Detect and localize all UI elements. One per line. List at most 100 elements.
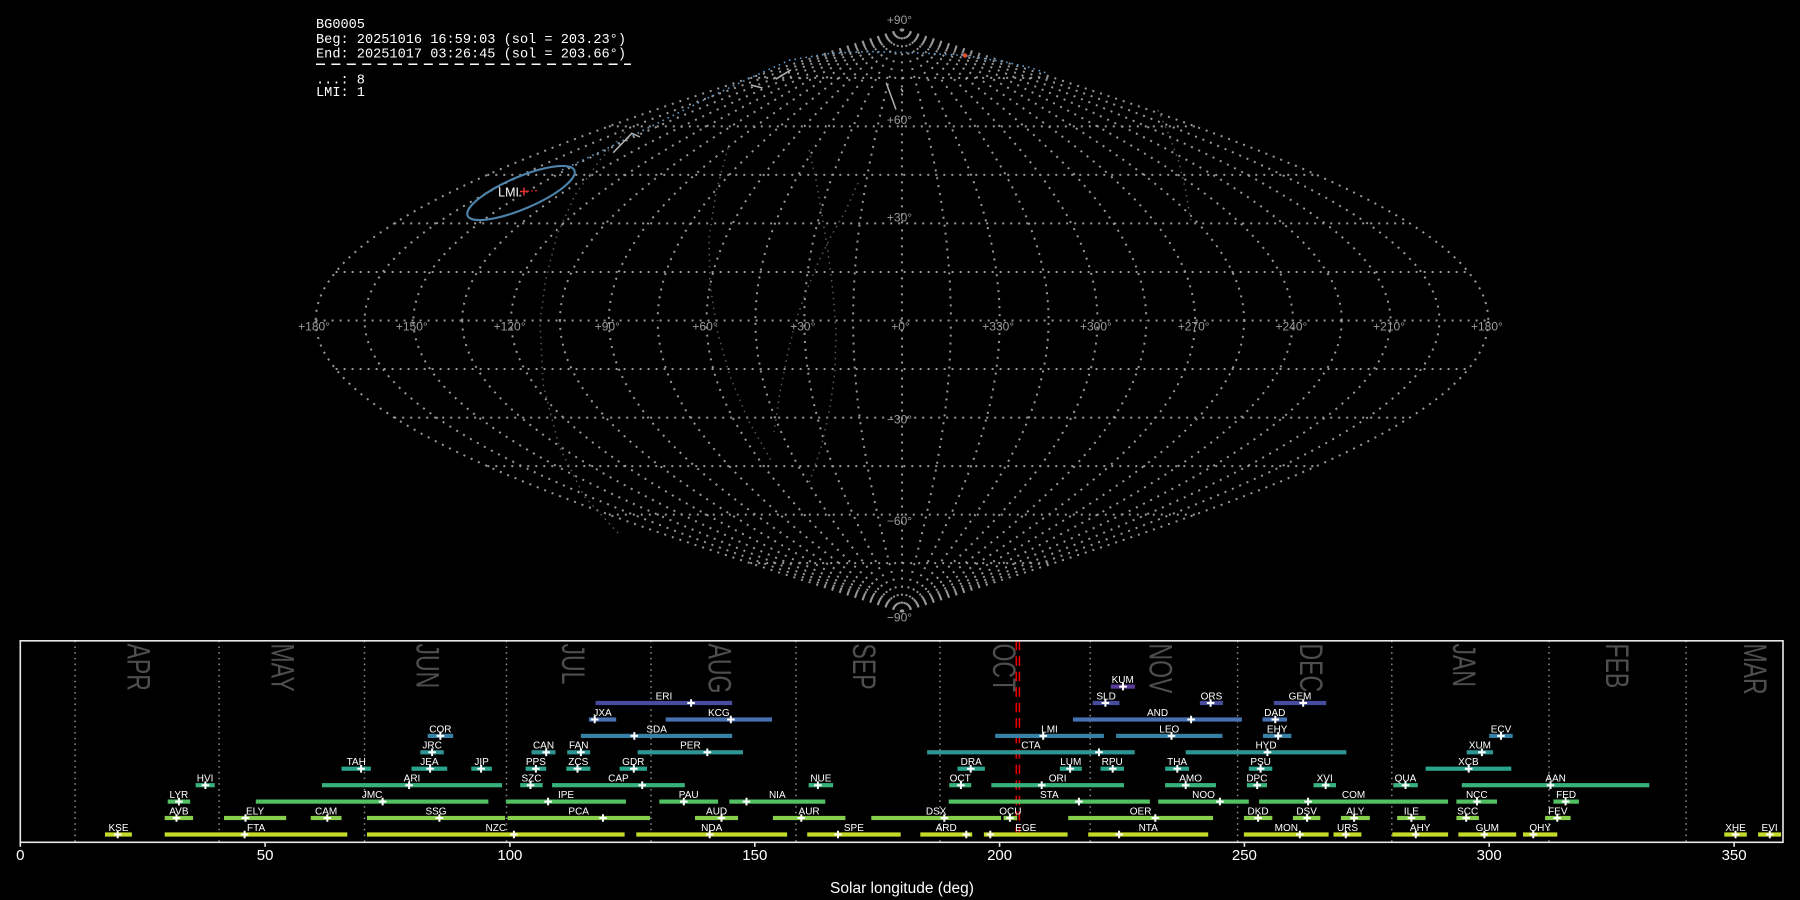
svg-text:JAN: JAN — [1446, 644, 1482, 688]
svg-text:−90°: −90° — [887, 611, 912, 625]
svg-text:ZCS: ZCS — [568, 757, 588, 768]
svg-text:COM: COM — [1342, 790, 1365, 801]
svg-text:CAP: CAP — [608, 774, 629, 785]
svg-text:AUR: AUR — [799, 806, 820, 817]
svg-text:NCC: NCC — [1466, 790, 1488, 801]
svg-text:+270°: +270° — [1178, 320, 1210, 334]
svg-text:CTA: CTA — [1021, 741, 1041, 752]
svg-text:COR: COR — [429, 724, 451, 735]
svg-text:DAD: DAD — [1264, 708, 1285, 719]
svg-text:DEC: DEC — [1293, 644, 1329, 693]
svg-text:LUM: LUM — [1060, 757, 1081, 768]
svg-text:AUG: AUG — [702, 644, 738, 694]
svg-text:SPE: SPE — [844, 823, 864, 834]
svg-text:SEP: SEP — [846, 644, 882, 690]
svg-text:PCA: PCA — [568, 806, 589, 817]
svg-text:DPC: DPC — [1246, 774, 1267, 785]
svg-text:ARD: ARD — [936, 823, 957, 834]
svg-text:SZC: SZC — [522, 774, 542, 785]
svg-text:OCT: OCT — [986, 644, 1022, 693]
svg-text:GEM: GEM — [1289, 691, 1312, 702]
svg-text:LYR: LYR — [170, 790, 189, 801]
svg-text:DSX: DSX — [926, 806, 947, 817]
svg-text:OCT: OCT — [950, 774, 971, 785]
svg-text:CAM: CAM — [315, 806, 337, 817]
svg-text:NOO: NOO — [1192, 790, 1215, 801]
svg-text:FEB: FEB — [1599, 644, 1635, 689]
svg-text:150: 150 — [742, 847, 767, 864]
svg-text:+240°: +240° — [1275, 320, 1307, 334]
svg-text:NUE: NUE — [810, 774, 831, 785]
svg-text:AHY: AHY — [1410, 823, 1431, 834]
svg-text:0: 0 — [16, 847, 24, 864]
svg-text:AAN: AAN — [1545, 774, 1566, 785]
svg-text:+30°: +30° — [887, 211, 912, 225]
svg-text:FED: FED — [1556, 790, 1576, 801]
svg-text:AVB: AVB — [169, 806, 189, 817]
svg-text:MAY: MAY — [264, 644, 300, 692]
svg-text:GDR: GDR — [622, 757, 644, 768]
svg-text:Solar longitude (deg): Solar longitude (deg) — [830, 880, 974, 897]
svg-text:ILE: ILE — [1404, 806, 1419, 817]
svg-text:+120°: +120° — [494, 320, 526, 334]
svg-text:ECV: ECV — [1491, 724, 1512, 735]
svg-text:JIP: JIP — [474, 757, 489, 768]
svg-text:JUL: JUL — [555, 644, 591, 685]
svg-text:+60°: +60° — [887, 113, 912, 127]
svg-text:LMI: LMI — [1041, 724, 1058, 735]
svg-text:ALY: ALY — [1346, 806, 1364, 817]
svg-text:SSG: SSG — [425, 806, 446, 817]
svg-text:SDA: SDA — [646, 724, 667, 735]
svg-text:+180°: +180° — [298, 320, 330, 334]
svg-text:PPS: PPS — [526, 757, 546, 768]
svg-text:+330°: +330° — [982, 320, 1014, 334]
svg-text:−30°: −30° — [887, 413, 912, 427]
svg-text:PER: PER — [680, 741, 701, 752]
svg-text:+90°: +90° — [887, 13, 912, 27]
svg-text:KUM: KUM — [1112, 675, 1134, 686]
svg-text:ERI: ERI — [656, 691, 673, 702]
svg-text:NDA: NDA — [701, 823, 722, 834]
svg-text:JMC: JMC — [362, 790, 383, 801]
svg-text:OHY: OHY — [1529, 823, 1551, 834]
svg-text:FTA: FTA — [247, 823, 265, 834]
svg-text:+300°: +300° — [1080, 320, 1112, 334]
svg-text:STA: STA — [1040, 790, 1059, 801]
svg-text:50: 50 — [257, 847, 274, 864]
svg-text:ELY: ELY — [246, 806, 264, 817]
svg-text:XVI: XVI — [1317, 774, 1333, 785]
svg-text:AMO: AMO — [1179, 774, 1202, 785]
svg-text:OER: OER — [1130, 806, 1152, 817]
svg-text:DKD: DKD — [1248, 806, 1269, 817]
svg-text:+30°: +30° — [790, 320, 815, 334]
svg-text:+150°: +150° — [396, 320, 428, 334]
svg-text:JRC: JRC — [422, 741, 441, 752]
svg-text:+210°: +210° — [1373, 320, 1405, 334]
svg-text:FEV: FEV — [1548, 806, 1568, 817]
svg-text:APR: APR — [120, 644, 156, 691]
svg-text:GUM: GUM — [1476, 823, 1499, 834]
svg-text:+60°: +60° — [692, 320, 717, 334]
svg-text:NZC: NZC — [486, 823, 507, 834]
svg-text:KCG: KCG — [708, 708, 730, 719]
svg-text:300: 300 — [1477, 847, 1502, 864]
svg-text:MAR: MAR — [1737, 644, 1773, 695]
svg-text:BG0005: BG0005 — [316, 18, 365, 33]
svg-text:KSE: KSE — [108, 823, 128, 834]
svg-text:JEA: JEA — [420, 757, 439, 768]
svg-text:NOV: NOV — [1143, 644, 1179, 694]
svg-text:−60°: −60° — [887, 514, 912, 528]
svg-text:THA: THA — [1167, 757, 1187, 768]
svg-text:HYD: HYD — [1255, 741, 1276, 752]
svg-text:HVI: HVI — [197, 774, 214, 785]
svg-text:IPE: IPE — [558, 790, 574, 801]
svg-text:ARI: ARI — [404, 774, 421, 785]
svg-text:URS: URS — [1337, 823, 1358, 834]
svg-text:OCU: OCU — [999, 806, 1021, 817]
svg-text:EVI: EVI — [1762, 823, 1778, 834]
svg-text:EHY: EHY — [1267, 724, 1288, 735]
svg-text:PSU: PSU — [1250, 757, 1271, 768]
svg-text:LMI: 1: LMI: 1 — [316, 86, 365, 101]
svg-text:XCB: XCB — [1458, 757, 1479, 768]
svg-text:ORI: ORI — [1049, 774, 1067, 785]
